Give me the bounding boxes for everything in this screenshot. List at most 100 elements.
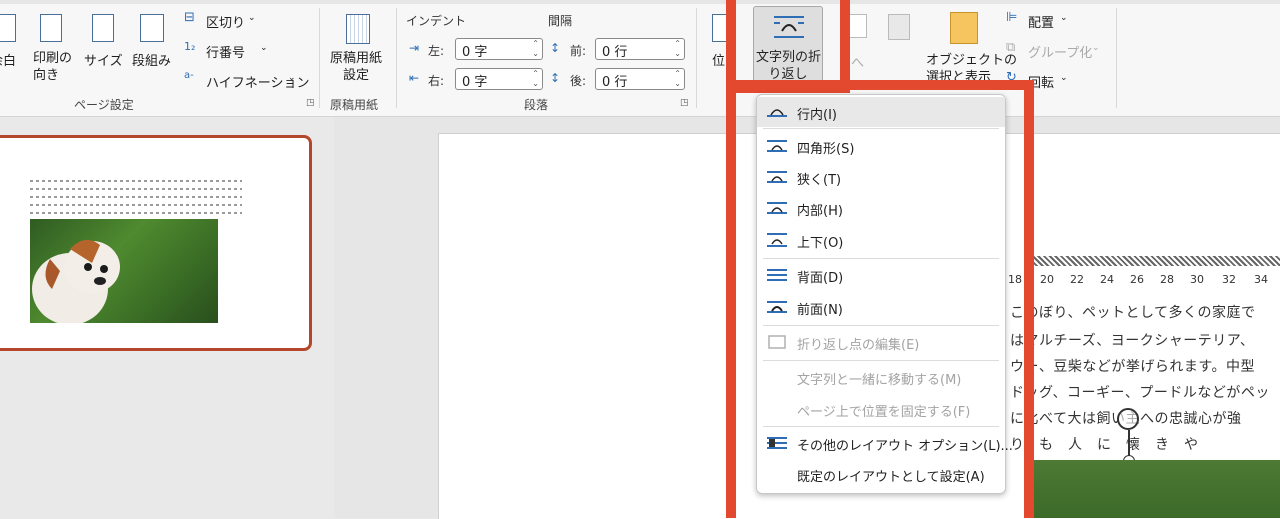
- menu-item-set-default-layout[interactable]: 既定のレイアウトとして設定(A): [757, 459, 1005, 489]
- menu-item-label: 内部(H): [797, 204, 843, 219]
- indent-right-input[interactable]: 0 字 ⌃ ⌄: [455, 68, 543, 90]
- group-separator: [696, 8, 697, 108]
- line-numbers-button[interactable]: 1₂ 行番号 ⌄: [184, 40, 304, 62]
- indent-left-input[interactable]: 0 字 ⌃ ⌄: [455, 38, 543, 60]
- spinner-icon[interactable]: ⌃ ⌄: [532, 69, 539, 89]
- hyphenation-button[interactable]: a- ハイフネーション ⌄: [184, 70, 314, 92]
- selection-pane-icon: [950, 12, 978, 44]
- group-separator: [396, 8, 397, 108]
- align-button[interactable]: ⊫ 配置 ⌄: [1006, 10, 1106, 32]
- columns-button[interactable]: 段組み: [130, 10, 174, 85]
- thumbnail-text-line: [30, 204, 242, 206]
- chevron-down-icon: ⌄: [1092, 43, 1100, 53]
- margins-button[interactable]: 余白: [0, 10, 24, 85]
- spinner-icon[interactable]: ⌃ ⌄: [674, 39, 681, 59]
- genko-setup-button[interactable]: 原稿用紙 設定: [326, 10, 390, 85]
- selection-pane-button[interactable]: オブジェクトの 選択と表示: [926, 10, 1017, 85]
- wrap-text-menu: 行内(I) 四角形(S) 狭く(T) 内部(H) 上下(O) 背面(D) 前面(…: [756, 94, 1013, 494]
- spacing-before-label: 前:: [570, 44, 587, 58]
- chevron-down-icon: ⌄: [248, 13, 256, 23]
- size-button[interactable]: サイズ: [84, 10, 124, 85]
- group-button[interactable]: ⧉ グループ化 ⌄: [1006, 40, 1106, 62]
- page-setup-group-label: ページ設定: [74, 98, 134, 112]
- menu-separator: [763, 426, 999, 427]
- ruler-tick: 34: [1254, 273, 1268, 286]
- spinner-icon[interactable]: ⌃ ⌄: [532, 39, 539, 59]
- menu-item-square[interactable]: 四角形(S): [757, 131, 1005, 161]
- thumbnail-text-line: [30, 196, 242, 198]
- menu-item-fix-position[interactable]: ページ上で位置を固定する(F): [757, 394, 1005, 424]
- breaks-icon: ⊟: [184, 10, 195, 25]
- genko-group-label: 原稿用紙: [330, 98, 379, 112]
- menu-item-top-bottom[interactable]: 上下(O): [757, 225, 1005, 255]
- indent-label: インデント: [406, 14, 467, 28]
- menu-item-behind-text[interactable]: 背面(D): [757, 260, 1005, 290]
- behind-text-icon: [767, 269, 787, 281]
- highlight-frame: [838, 80, 1034, 90]
- align-icon: ⊫: [1006, 10, 1018, 25]
- genko-setup-label: 原稿用紙 設定: [330, 51, 383, 83]
- ruler-tick: 28: [1160, 273, 1174, 286]
- spacing-after-input[interactable]: 0 行 ⌃ ⌄: [595, 68, 685, 90]
- group-icon: ⧉: [1006, 40, 1016, 55]
- menu-item-label: 狭く(T): [797, 173, 842, 188]
- spacing-before-input[interactable]: 0 行 ⌃ ⌄: [595, 38, 685, 60]
- spinner-icon[interactable]: ⌃ ⌄: [674, 69, 681, 89]
- margins-label: 余白: [0, 54, 17, 69]
- dialog-launcher-icon[interactable]: ◳: [306, 98, 315, 108]
- indent-right-value: 0 字: [462, 75, 488, 90]
- breaks-button[interactable]: ⊟ 区切り ⌄: [184, 10, 304, 32]
- chevron-down-icon: ⌄: [1060, 13, 1068, 23]
- indent-left-value: 0 字: [462, 45, 488, 60]
- size-label: サイズ: [84, 54, 123, 69]
- genko-icon: [346, 14, 370, 44]
- menu-item-tight[interactable]: 狭く(T): [757, 162, 1005, 192]
- line-numbers-icon: 1₂: [184, 40, 196, 53]
- indent-right-icon: ⇤: [409, 71, 420, 85]
- menu-item-label: 文字列と一緒に移動する(M): [797, 373, 962, 388]
- document-text-line: ドッグ、コーギー、プードルなどがペッ: [1010, 385, 1270, 401]
- menu-separator: [763, 258, 999, 259]
- spacing-before-value: 0 行: [602, 45, 628, 60]
- menu-item-label: 背面(D): [797, 271, 844, 286]
- dog-illustration: [32, 239, 120, 323]
- document-dog-image[interactable]: [1030, 460, 1280, 518]
- dialog-launcher-icon[interactable]: ◳: [680, 98, 689, 108]
- group-separator: [319, 8, 320, 108]
- rotate-handle-icon[interactable]: [1117, 408, 1139, 430]
- spacing-before-icon: ↕: [550, 41, 561, 55]
- send-backward-button[interactable]: [878, 10, 922, 85]
- menu-item-inline[interactable]: 行内(I): [757, 97, 1005, 127]
- thumbnail-dog-image: [30, 219, 218, 323]
- document-text-line: ウー、豆柴などが挙げられます。中型: [1010, 359, 1255, 375]
- horizontal-ruler: 18 20 22 24 26 28 30 32 34: [1008, 268, 1280, 290]
- ruler-tick: 30: [1190, 273, 1204, 286]
- bring-forward-label: へ: [851, 56, 865, 71]
- spacing-after-value: 0 行: [602, 75, 628, 90]
- document-text-line: はマルチーズ、ヨークシャーテリア、: [1010, 333, 1255, 349]
- ruler-hatch: [1030, 256, 1280, 266]
- orientation-button[interactable]: 印刷の 向き: [30, 10, 78, 85]
- menu-item-label: 四角形(S): [797, 142, 855, 157]
- edit-wrap-points-icon: [768, 335, 786, 349]
- menu-item-more-layout-options[interactable]: その他のレイアウト オプション(L)...: [757, 428, 1013, 458]
- in-front-icon: [767, 301, 787, 313]
- menu-item-in-front[interactable]: 前面(N): [757, 292, 1005, 322]
- ruler-tick: 32: [1222, 273, 1236, 286]
- document-text-line: このぼり、ペットとして多くの家庭で: [1010, 305, 1256, 321]
- menu-item-edit-wrap-points[interactable]: 折り返し点の編集(E): [757, 327, 1005, 357]
- indent-right-label: 右:: [428, 74, 445, 88]
- margins-icon: [0, 14, 16, 42]
- inline-wrap-icon: [767, 109, 787, 117]
- document-text-line: り も 人 に 懐 き や: [1010, 437, 1199, 453]
- bring-forward-icon: [847, 14, 867, 38]
- menu-separator: [763, 325, 999, 326]
- chevron-down-icon: ⌄: [1060, 73, 1068, 83]
- menu-item-label: 行内(I): [797, 108, 837, 123]
- columns-label: 段組み: [132, 54, 172, 69]
- selection-handle-line: [1128, 430, 1130, 458]
- size-icon: [92, 14, 114, 42]
- menu-item-through[interactable]: 内部(H): [757, 193, 1005, 223]
- layout-options-icon: [767, 437, 787, 449]
- menu-item-move-with-text[interactable]: 文字列と一緒に移動する(M): [757, 362, 1005, 392]
